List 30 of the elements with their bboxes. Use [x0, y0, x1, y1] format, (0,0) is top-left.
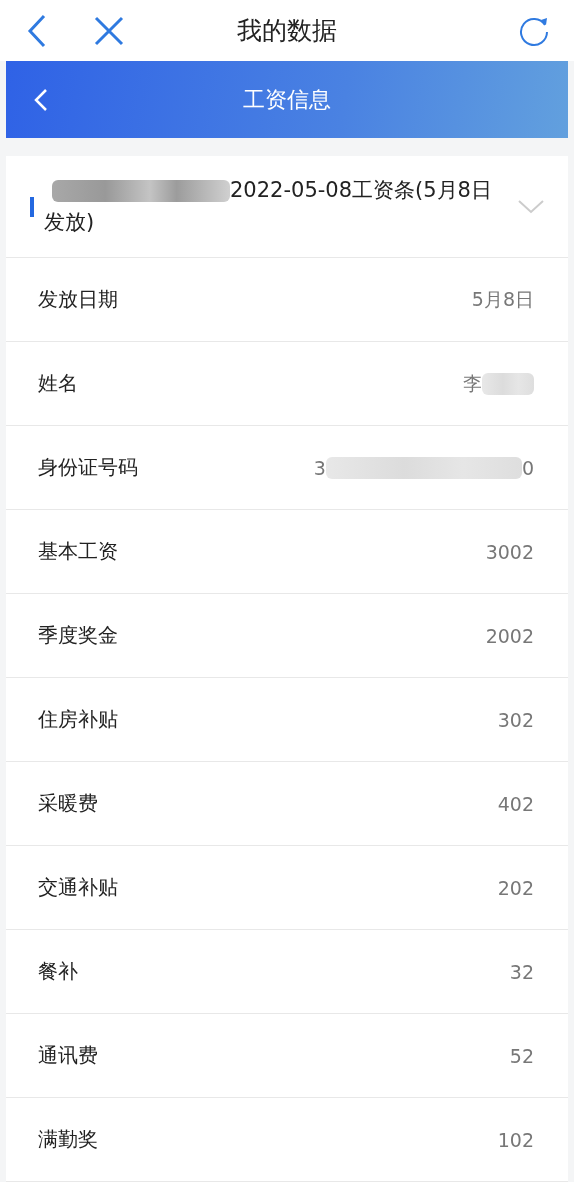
chevron-down-icon [518, 199, 544, 214]
field-label: 姓名 [38, 370, 78, 397]
field-label: 采暖费 [38, 790, 98, 817]
redaction-block [482, 372, 534, 395]
field-label: 基本工资 [38, 538, 118, 565]
field-value: 2002 [485, 624, 534, 647]
field-label: 季度奖金 [38, 622, 118, 649]
field-value: 5月8日 [471, 286, 534, 312]
window-title: 我的数据 [237, 15, 337, 48]
field-value: 402 [497, 792, 534, 815]
close-button[interactable] [94, 15, 124, 46]
field-label: 身份证号码 [38, 454, 138, 481]
field-label: 发放日期 [38, 286, 118, 313]
page-title: 工资信息 [243, 85, 331, 114]
field-value: 102 [497, 1128, 534, 1151]
field-label: 交通补贴 [38, 874, 118, 901]
field-label: 满勤奖 [38, 1126, 98, 1153]
field-label: 通讯费 [38, 1042, 98, 1069]
field-value: 李 [463, 370, 482, 396]
field-value: 3002 [485, 540, 534, 563]
field-value: 3 [313, 456, 326, 479]
back-button[interactable] [34, 87, 48, 112]
field-value: 32 [509, 960, 534, 983]
field-value: 0 [521, 456, 534, 479]
field-value: 302 [497, 708, 534, 731]
field-value: 202 [497, 876, 534, 899]
field-label: 餐补 [38, 958, 78, 985]
field-value: 52 [509, 1044, 534, 1067]
back-button[interactable] [26, 13, 48, 48]
field-label: 住房补贴 [38, 706, 118, 733]
